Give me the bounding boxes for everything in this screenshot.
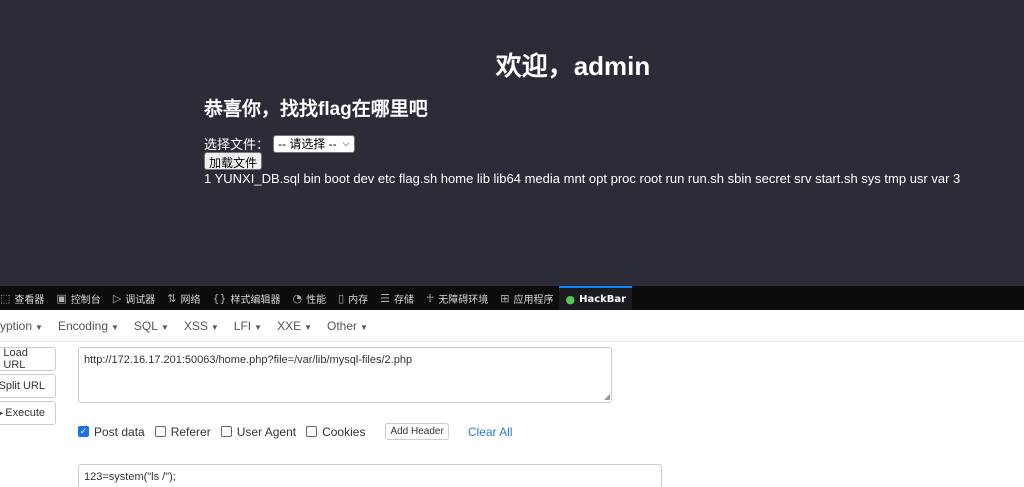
tab-label: HackBar bbox=[579, 293, 627, 305]
post-data-textarea[interactable]: 123=system("ls /"); bbox=[78, 464, 662, 487]
devtools-toolbar: ⬚ 查看器 ▣ 控制台 ▷ 调试器 ⇅ 网络 {} 样式编辑器 ◔ 性能 ▯ 内存 ☰ 存储 ☥… bbox=[0, 286, 1024, 310]
checkbox-checked-icon: ✓ bbox=[78, 426, 89, 437]
tab-label: 无障碍环境 bbox=[438, 294, 489, 306]
url-value: http://172.16.17.201:50063/home.php?file… bbox=[84, 354, 413, 366]
tab-label: 查看器 bbox=[14, 294, 45, 306]
web-page: 欢迎，admin 恭喜你，找找flag在哪里吧 选择文件： -- 请选择 -- … bbox=[0, 0, 1024, 286]
checkbox-icon bbox=[154, 426, 166, 437]
tab-network[interactable]: ⇅ 网络 bbox=[161, 286, 206, 310]
load-icon: ⇡ bbox=[0, 354, 1, 365]
button-label: Load URL bbox=[3, 347, 28, 371]
tab-label: 网络 bbox=[180, 294, 201, 306]
caret-down-icon: ▼ bbox=[254, 322, 263, 332]
execute-button[interactable]: ▶Execute bbox=[0, 401, 56, 425]
load-file-button[interactable]: 加载文件 bbox=[204, 152, 263, 170]
checkbox-icon bbox=[306, 426, 318, 437]
tab-console[interactable]: ▣ 控制台 bbox=[50, 286, 106, 310]
checkbox-label: Post data bbox=[94, 424, 145, 439]
load-url-button[interactable]: ⇡Load URL bbox=[0, 347, 56, 371]
console-icon: ▣ bbox=[56, 291, 67, 305]
tab-label: 应用程序 bbox=[513, 294, 554, 306]
caret-down-icon: ▼ bbox=[304, 322, 312, 332]
hackbar-icon: ● bbox=[565, 292, 576, 306]
tab-label: 内存 bbox=[348, 294, 369, 306]
tab-memory[interactable]: ▯ 内存 bbox=[332, 286, 374, 310]
user-agent-checkbox[interactable]: User Agent bbox=[220, 424, 297, 439]
tab-performance[interactable]: ◔ 性能 bbox=[287, 286, 333, 310]
performance-icon: ◔ bbox=[292, 291, 303, 305]
caret-down-icon: ▼ bbox=[111, 322, 119, 332]
tab-label: 控制台 bbox=[70, 294, 101, 306]
caret-down-icon: ▼ bbox=[35, 322, 43, 332]
inspector-icon: ⬚ bbox=[0, 291, 11, 305]
accessibility-icon: ☥ bbox=[426, 291, 435, 305]
select-label: 选择文件： bbox=[204, 137, 270, 152]
button-label: Execute bbox=[5, 407, 45, 419]
tab-label: 调试器 bbox=[125, 294, 156, 306]
tab-inspector[interactable]: ⬚ 查看器 bbox=[0, 286, 50, 310]
caret-down-icon: ▼ bbox=[210, 322, 219, 332]
menu-label: LFI bbox=[233, 318, 252, 333]
clear-all-link[interactable]: Clear All bbox=[468, 425, 513, 439]
menu-lfi[interactable]: LFI ▼ bbox=[234, 319, 262, 333]
tab-debugger[interactable]: ▷ 调试器 bbox=[107, 286, 161, 310]
style-editor-icon: {} bbox=[212, 291, 227, 305]
menu-label: SQL bbox=[133, 318, 158, 333]
tab-label: 存储 bbox=[394, 294, 415, 306]
menu-encoding[interactable]: Encoding ▼ bbox=[58, 319, 119, 333]
menu-label: XSS bbox=[183, 318, 208, 333]
menu-xxe[interactable]: XXE ▼ bbox=[277, 319, 312, 333]
post-data-value: 123=system("ls /"); bbox=[84, 471, 176, 483]
hackbar-menubar: ryption▼ Encoding▼ SQL▼ XSS▼ LFI▼ XXE▼ O… bbox=[0, 310, 1024, 342]
url-textarea[interactable]: http://172.16.17.201:50063/home.php?file… bbox=[78, 347, 612, 403]
storage-icon: ☰ bbox=[380, 291, 391, 305]
memory-icon: ▯ bbox=[338, 291, 345, 305]
debugger-icon: ▷ bbox=[112, 291, 122, 305]
menu-sql[interactable]: SQL ▼ bbox=[134, 319, 169, 333]
menu-label: ryption bbox=[0, 318, 33, 333]
menu-label: Other bbox=[327, 318, 358, 333]
application-icon: ⊞ bbox=[500, 291, 510, 305]
tab-label: 样式编辑器 bbox=[230, 294, 281, 306]
tab-style-editor[interactable]: {} 样式编辑器 bbox=[207, 286, 287, 310]
tab-storage[interactable]: ☰ 存储 bbox=[374, 286, 420, 310]
menu-encryption[interactable]: ryption▼ bbox=[0, 319, 43, 333]
add-header-button[interactable]: Add Header bbox=[385, 423, 449, 440]
welcome-heading: 欢迎，admin bbox=[495, 51, 651, 81]
post-data-checkbox[interactable]: ✓ Post data bbox=[78, 425, 145, 439]
checkbox-icon bbox=[220, 426, 232, 437]
tab-hackbar[interactable]: ● HackBar bbox=[559, 286, 633, 310]
resize-handle-icon[interactable]: ◢ bbox=[604, 392, 610, 401]
cookies-checkbox[interactable]: Cookies bbox=[306, 425, 365, 439]
tab-accessibility[interactable]: ☥ 无障碍环境 bbox=[420, 286, 494, 310]
menu-other[interactable]: Other ▼ bbox=[327, 319, 368, 333]
checkbox-label: Cookies bbox=[322, 424, 366, 439]
chevron-down-icon: ⌵ bbox=[342, 138, 350, 148]
referer-checkbox[interactable]: Referer bbox=[154, 424, 211, 439]
file-select[interactable]: -- 请选择 -- ⌵ bbox=[273, 134, 355, 153]
menu-label: XXE bbox=[277, 318, 302, 333]
tab-application[interactable]: ⊞ 应用程序 bbox=[494, 286, 559, 310]
request-options: ✓ Post data Referer User Agent Cookies Ad… bbox=[78, 423, 513, 440]
page-subtitle: 恭喜你，找找flag在哪里吧 bbox=[204, 99, 428, 120]
directory-listing: 1 YUNXI_DB.sql bin boot dev etc flag.sh … bbox=[204, 171, 961, 186]
hackbar-panel: ryption▼ Encoding▼ SQL▼ XSS▼ LFI▼ XXE▼ O… bbox=[0, 310, 1024, 487]
caret-down-icon: ▼ bbox=[160, 322, 169, 332]
execute-icon: ▶ bbox=[0, 408, 3, 419]
split-url-button[interactable]: Split URL bbox=[0, 374, 56, 398]
button-label: Split URL bbox=[0, 380, 45, 392]
checkbox-label: Referer bbox=[170, 424, 211, 439]
menu-xss[interactable]: XSS ▼ bbox=[184, 319, 219, 333]
menu-label: Encoding bbox=[57, 318, 108, 333]
file-select-row: 选择文件： -- 请选择 -- ⌵ bbox=[204, 134, 355, 153]
tab-label: 性能 bbox=[306, 294, 327, 306]
network-icon: ⇅ bbox=[167, 291, 177, 305]
checkbox-label: User Agent bbox=[236, 424, 297, 439]
caret-down-icon: ▼ bbox=[360, 322, 368, 332]
file-select-value: -- 请选择 -- bbox=[278, 137, 337, 151]
